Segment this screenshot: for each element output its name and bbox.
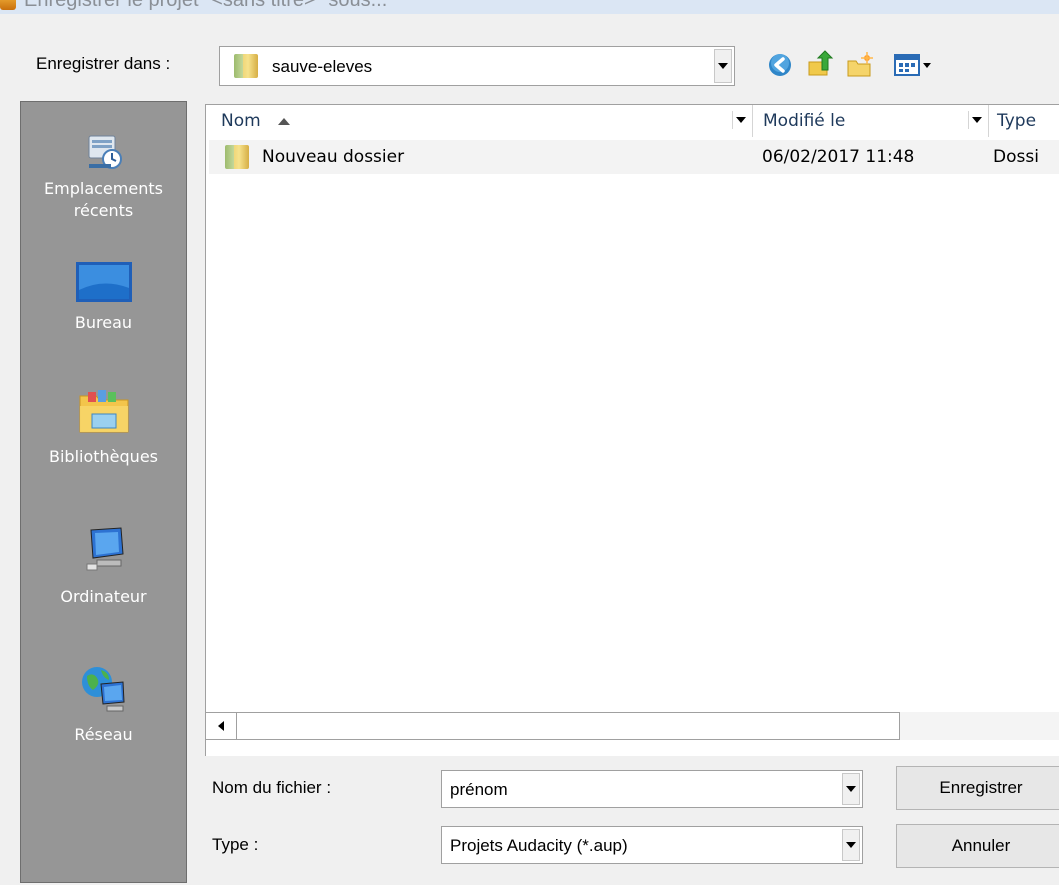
file-modified: 06/02/2017 11:48 — [762, 147, 915, 167]
save-in-label: Enregistrer dans : — [36, 54, 171, 73]
chevron-down-icon — [718, 63, 728, 69]
scroll-thumb[interactable] — [237, 712, 900, 740]
column-header-name-label: Nom — [221, 111, 261, 131]
places-bar: Emplacements récents Bureau Bibliothèque… — [20, 101, 187, 883]
title-bar: Enregistrer le projet "<sans titre>" sou… — [0, 0, 1059, 14]
column-header-modified[interactable]: Modifié le — [752, 105, 845, 137]
file-list[interactable]: Nom Modifié le Type Nouveau dossier 06/0… — [205, 104, 1059, 756]
recent-places-icon — [83, 132, 125, 172]
place-label-libraries: Bibliothèques — [49, 447, 158, 466]
modified-column-filter-button[interactable] — [968, 111, 985, 129]
sort-ascending-icon — [278, 117, 291, 125]
desktop-icon — [75, 258, 132, 302]
arrow-left-icon — [218, 721, 224, 731]
window-title: Enregistrer le projet "<sans titre>" sou… — [24, 0, 388, 11]
save-in-value: sauve-eleves — [272, 57, 373, 76]
filename-value: prénom — [450, 780, 508, 799]
place-label-network: Réseau — [74, 725, 133, 744]
file-type: Dossi — [993, 147, 1039, 167]
place-libraries[interactable]: Bibliothèques — [21, 388, 186, 468]
network-icon — [81, 662, 125, 712]
type-dropdown-button[interactable] — [842, 829, 860, 861]
chevron-down-icon — [846, 786, 856, 792]
file-name: Nouveau dossier — [262, 147, 405, 167]
name-column-filter-button[interactable] — [732, 111, 749, 129]
save-in-dropdown-button[interactable] — [714, 49, 732, 83]
place-label-computer: Ordinateur — [60, 587, 147, 606]
file-row[interactable]: Nouveau dossier 06/02/2017 11:48 Dossi — [209, 140, 1059, 174]
folder-icon — [234, 54, 258, 78]
column-header-type[interactable]: Type — [988, 105, 1036, 137]
chevron-down-icon — [846, 842, 856, 848]
back-icon[interactable] — [766, 51, 794, 79]
chevron-down-icon — [736, 117, 746, 123]
place-computer[interactable]: Ordinateur — [21, 524, 186, 608]
chevron-down-icon — [972, 117, 982, 123]
scroll-left-button[interactable] — [205, 712, 237, 740]
up-folder-icon[interactable] — [806, 50, 834, 78]
view-menu-icon[interactable] — [893, 51, 943, 79]
type-select[interactable]: Projets Audacity (*.aup) — [441, 826, 863, 864]
filename-label: Nom du fichier : — [212, 778, 332, 797]
type-label: Type : — [212, 835, 259, 854]
computer-icon — [83, 524, 125, 571]
new-folder-icon[interactable] — [846, 51, 874, 79]
audacity-app-icon — [0, 0, 16, 10]
place-desktop[interactable]: Bureau — [21, 258, 186, 334]
filename-dropdown-button[interactable] — [842, 773, 860, 805]
place-label-recent: Emplacements récents — [44, 179, 163, 220]
place-label-desktop: Bureau — [74, 313, 133, 332]
type-value: Projets Audacity (*.aup) — [450, 836, 628, 855]
folder-icon — [225, 145, 249, 169]
horizontal-scrollbar[interactable] — [205, 712, 1059, 740]
save-button[interactable]: Enregistrer — [896, 766, 1059, 810]
place-recent[interactable]: Emplacements récents — [21, 132, 186, 222]
libraries-icon — [79, 388, 128, 433]
cancel-button[interactable]: Annuler — [896, 824, 1059, 868]
column-header-name[interactable]: Nom — [221, 105, 291, 137]
save-in-combobox[interactable]: sauve-eleves — [219, 46, 735, 86]
place-network[interactable]: Réseau — [21, 662, 186, 746]
filename-input[interactable]: prénom — [441, 770, 863, 808]
